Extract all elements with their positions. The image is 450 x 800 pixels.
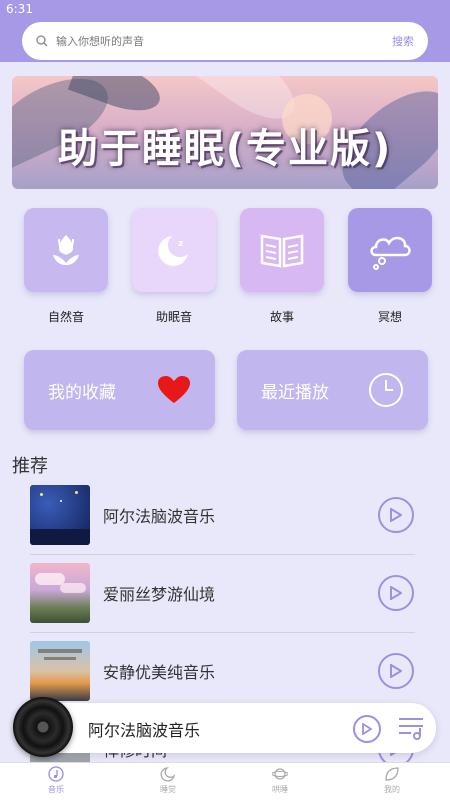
- search-button[interactable]: 搜索: [392, 33, 414, 49]
- track-cover: [30, 563, 90, 623]
- play-button[interactable]: [378, 575, 414, 611]
- track-cover: [30, 641, 90, 701]
- play-button[interactable]: [378, 653, 414, 689]
- recent-card[interactable]: 最近播放: [237, 350, 428, 430]
- category-sleep[interactable]: z 助眠音: [132, 208, 216, 325]
- category-grid: 自然音 z 助眠音 故事 冥想: [0, 208, 450, 328]
- list-item[interactable]: 爱丽丝梦游仙境: [30, 563, 415, 641]
- svg-text:z: z: [178, 239, 183, 249]
- category-label: 故事: [269, 310, 294, 324]
- tab-sleep[interactable]: 睡觉: [138, 766, 198, 795]
- category-nature[interactable]: 自然音: [24, 208, 108, 325]
- moon-icon: z: [158, 236, 188, 266]
- leaf-icon: [385, 767, 399, 781]
- category-nature-tile[interactable]: [24, 208, 108, 292]
- search-icon: [36, 32, 48, 51]
- play-icon: [390, 586, 402, 600]
- play-button[interactable]: [378, 497, 414, 533]
- play-icon: [390, 664, 402, 678]
- category-label: 自然音: [47, 310, 84, 324]
- tab-lullaby[interactable]: 哄睡: [250, 766, 310, 795]
- category-label: 冥想: [377, 310, 402, 324]
- recent-label: 最近播放: [261, 382, 329, 403]
- mini-player[interactable]: 阿尔法脑波音乐: [18, 703, 436, 753]
- play-icon: [362, 723, 372, 735]
- banner-title: 助于睡眠(专业版): [57, 126, 393, 172]
- tab-mine[interactable]: 我的: [362, 766, 422, 795]
- track-cover: [30, 485, 90, 545]
- list-item[interactable]: 阿尔法脑波音乐: [30, 485, 415, 563]
- search-input[interactable]: 输入你想听的声音: [56, 33, 392, 49]
- section-title-recommend: 推荐: [12, 456, 48, 477]
- status-bar: 6:31: [0, 0, 450, 20]
- music-note-icon: [48, 766, 64, 782]
- book-icon: [260, 234, 304, 268]
- heart-icon: [158, 376, 190, 403]
- category-meditation-tile[interactable]: [348, 208, 432, 292]
- banner[interactable]: 助于睡眠(专业版): [12, 76, 438, 189]
- track-title: 安静优美纯音乐: [103, 663, 216, 682]
- planet-icon: [272, 768, 288, 780]
- playlist-icon: [399, 718, 423, 740]
- category-story[interactable]: 故事: [240, 208, 324, 325]
- status-time: 6:31: [6, 2, 33, 16]
- search-bar[interactable]: 输入你想听的声音 搜索: [22, 22, 428, 60]
- category-story-tile[interactable]: [240, 208, 324, 292]
- clock-icon: [369, 373, 403, 407]
- category-label: 助眠音: [155, 310, 192, 324]
- tab-label: 音乐: [48, 785, 64, 794]
- favorites-label: 我的收藏: [48, 382, 116, 403]
- track-title: 阿尔法脑波音乐: [103, 507, 216, 526]
- moon-icon: [160, 767, 176, 782]
- category-meditation[interactable]: 冥想: [348, 208, 432, 325]
- vinyl-disc-icon[interactable]: [13, 697, 73, 757]
- tab-bar: 音乐 睡觉 哄睡 我的: [0, 762, 450, 800]
- tab-label: 哄睡: [272, 785, 288, 794]
- playlist-button[interactable]: [398, 716, 424, 744]
- tulip-icon: [53, 235, 79, 265]
- tab-label: 我的: [384, 785, 400, 794]
- tab-label: 睡觉: [160, 785, 176, 794]
- play-icon: [390, 508, 402, 522]
- favorites-card[interactable]: 我的收藏: [24, 350, 215, 430]
- divider: [30, 554, 415, 555]
- category-sleep-tile[interactable]: z: [132, 208, 216, 292]
- mini-player-play-button[interactable]: [353, 715, 381, 743]
- cloud-icon: [370, 236, 411, 270]
- divider: [30, 632, 415, 633]
- track-title: 爱丽丝梦游仙境: [103, 585, 216, 604]
- now-playing-title: 阿尔法脑波音乐: [88, 721, 201, 740]
- tab-music[interactable]: 音乐: [26, 766, 86, 795]
